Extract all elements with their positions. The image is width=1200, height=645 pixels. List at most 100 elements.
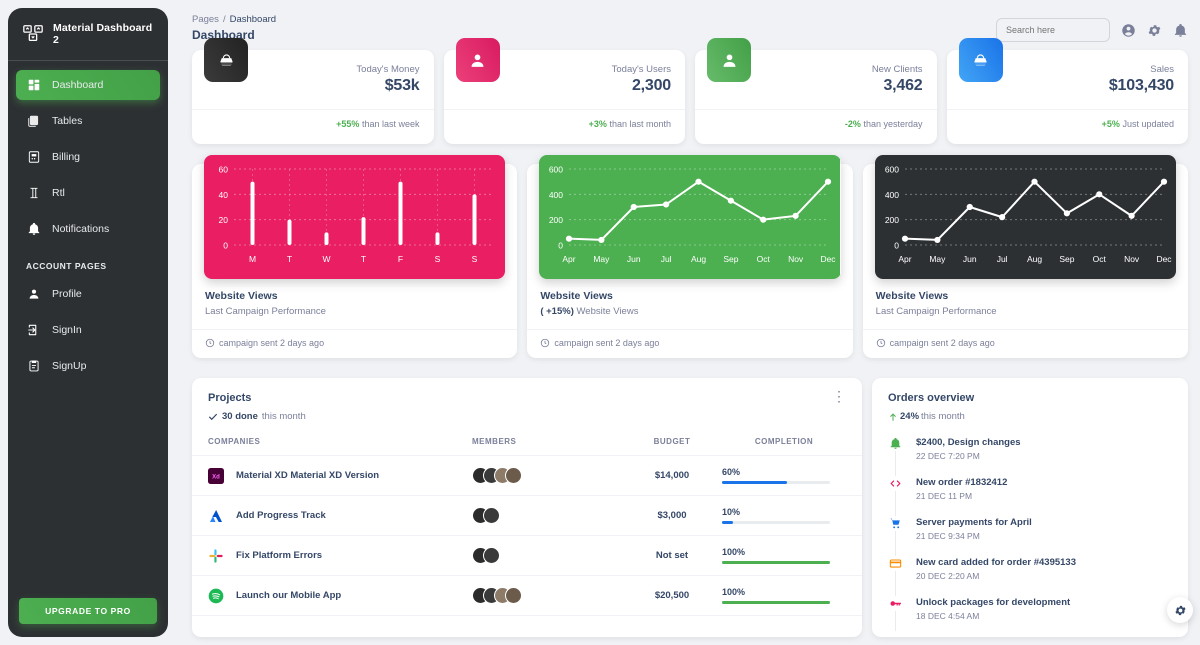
cell-company: Add Progress Track [192, 496, 472, 536]
breadcrumb-root[interactable]: Pages [192, 14, 219, 25]
cell-completion: 10% [722, 496, 862, 536]
cell-company: Xd Material XD Material XD Version [192, 456, 472, 496]
cell-members [472, 576, 622, 616]
chart-subtitle-delta: ( +15%) [540, 306, 574, 317]
gear-icon [1174, 604, 1187, 617]
code-icon [888, 476, 903, 491]
table-row[interactable]: Xd Material XD Material XD Version $14,0… [192, 456, 862, 496]
table-row[interactable]: Add Progress Track $3,000 10% [192, 496, 862, 536]
line-chart-dark: 0200400600AprMayJunJulAugSepOctNovDec [875, 155, 1176, 279]
person-add-icon [707, 38, 751, 82]
orders-delta-suffix: this month [921, 411, 965, 422]
brand-name: Material Dashboard 2 [53, 22, 156, 46]
chart-cards: 0204060MTWTFSS Website Views Last Campai… [184, 144, 1190, 358]
timeline-text: New order #1832412 21 DEC 11 PM [916, 477, 1007, 501]
progress-bar-track [722, 601, 830, 604]
search-input[interactable] [996, 18, 1110, 42]
stat-footer: +3% than last month [458, 110, 672, 129]
progress-bar-fill [722, 521, 733, 524]
sidebar-item-billing[interactable]: Billing [16, 142, 160, 172]
projects-header: Projects 30 done this month ⋮ [192, 392, 862, 422]
projects-heading: Projects 30 done this month [208, 392, 306, 422]
svg-text:Nov: Nov [788, 254, 804, 264]
table-row[interactable]: Fix Platform Errors Not set 100% [192, 536, 862, 576]
stat-delta: +3% [589, 119, 607, 129]
spotify-icon [208, 588, 224, 604]
line-chart-green: 0200400600AprMayJunJulAugSepOctNovDec [539, 155, 840, 279]
timeline-item: New card added for order #4395133 20 DEC… [888, 557, 1172, 597]
progress-bar-track [722, 521, 830, 524]
timeline-item: Unlock packages for development 18 DEC 4… [888, 597, 1172, 637]
chart-card-line-dark: 0200400600AprMayJunJulAugSepOctNovDec We… [863, 164, 1188, 358]
progress-bar-fill [722, 561, 830, 564]
sidebar-item-signup[interactable]: SignUp [16, 351, 160, 381]
svg-text:Jun: Jun [627, 254, 641, 264]
orders-timeline: $2400, Design changes 22 DEC 7:20 PM New… [888, 437, 1172, 637]
more-vert-icon[interactable]: ⋮ [832, 392, 846, 400]
chart-title: Website Views [540, 290, 839, 302]
sidebar-item-rtl[interactable]: Rtl [16, 178, 160, 208]
stat-card-todays-money: Today's Money $53k +55% than last week [192, 50, 434, 144]
company-name: Material XD Material XD Version [236, 470, 379, 481]
chart-card-bar: 0204060MTWTFSS Website Views Last Campai… [192, 164, 517, 358]
table-row[interactable]: Launch our Mobile App $20,500 100% [192, 576, 862, 616]
clock-icon [205, 338, 215, 348]
svg-text:May: May [929, 254, 946, 264]
sidebar-item-dashboard[interactable]: Dashboard [16, 70, 160, 100]
breadcrumb: Pages/Dashboard [192, 14, 276, 25]
company-name: Fix Platform Errors [236, 550, 322, 561]
company-name: Launch our Mobile App [236, 590, 341, 601]
svg-text:M: M [249, 254, 256, 264]
settings-fab-button[interactable] [1167, 597, 1193, 623]
chart-footer-text: campaign sent 2 days ago [219, 338, 324, 348]
upgrade-to-pro-button[interactable]: UPGRADE TO PRO [19, 598, 157, 624]
svg-text:200: 200 [884, 215, 898, 225]
svg-text:Jul: Jul [661, 254, 672, 264]
svg-text:Nov: Nov [1124, 254, 1140, 264]
stat-footer: +5% Just updated [961, 110, 1175, 129]
svg-text:0: 0 [223, 241, 228, 251]
cell-company: Launch our Mobile App [192, 576, 472, 616]
stat-delta: +5% [1102, 119, 1120, 129]
projects-table-body: Xd Material XD Material XD Version $14,0… [192, 456, 862, 616]
svg-text:Sep: Sep [724, 254, 739, 264]
bell-icon[interactable] [1173, 23, 1188, 38]
projects-done-suffix: this month [262, 411, 306, 422]
completion-percent: 10% [722, 507, 846, 517]
progress-bar-track [722, 481, 830, 484]
billing-icon [26, 150, 41, 165]
sidebar-item-profile[interactable]: Profile [16, 279, 160, 309]
svg-text:Dec: Dec [1156, 254, 1172, 264]
cell-completion: 100% [722, 576, 862, 616]
account-circle-icon[interactable] [1121, 23, 1136, 38]
projects-table: COMPANIES MEMBERS BUDGET COMPLETION Xd M… [192, 437, 862, 616]
avatar-group [472, 507, 622, 524]
assignment-icon [26, 359, 41, 374]
svg-text:F: F [398, 254, 403, 264]
sidebar-item-label: SignIn [52, 324, 82, 336]
stat-footer: -2% than yesterday [709, 110, 923, 129]
clock-icon [540, 338, 550, 348]
chart-title: Website Views [876, 290, 1175, 302]
brand[interactable]: Material Dashboard 2 [8, 8, 168, 61]
tables-icon [26, 114, 41, 129]
sidebar-item-notifications[interactable]: Notifications [16, 214, 160, 244]
stat-delta: -2% [845, 119, 861, 129]
topbar: Pages/Dashboard Dashboard [184, 0, 1190, 50]
chart-subtitle: Last Campaign Performance [876, 306, 1175, 317]
svg-text:Aug: Aug [1027, 254, 1042, 264]
gear-icon[interactable] [1147, 23, 1162, 38]
main-content: Pages/Dashboard Dashboard Today's Money [176, 0, 1200, 645]
sidebar-section-label: ACCOUNT PAGES [16, 250, 160, 279]
atlassian-icon [208, 508, 224, 524]
person-icon [26, 287, 41, 302]
adobe-xd-icon: Xd [208, 468, 224, 484]
column-header-budget: BUDGET [622, 437, 722, 456]
sidebar-item-signin[interactable]: SignIn [16, 315, 160, 345]
dashboard-logo-icon [22, 23, 44, 45]
rtl-icon [26, 186, 41, 201]
svg-text:May: May [594, 254, 611, 264]
sidebar-item-tables[interactable]: Tables [16, 106, 160, 136]
chart-subtitle: Last Campaign Performance [205, 306, 504, 317]
key-icon [888, 596, 903, 611]
